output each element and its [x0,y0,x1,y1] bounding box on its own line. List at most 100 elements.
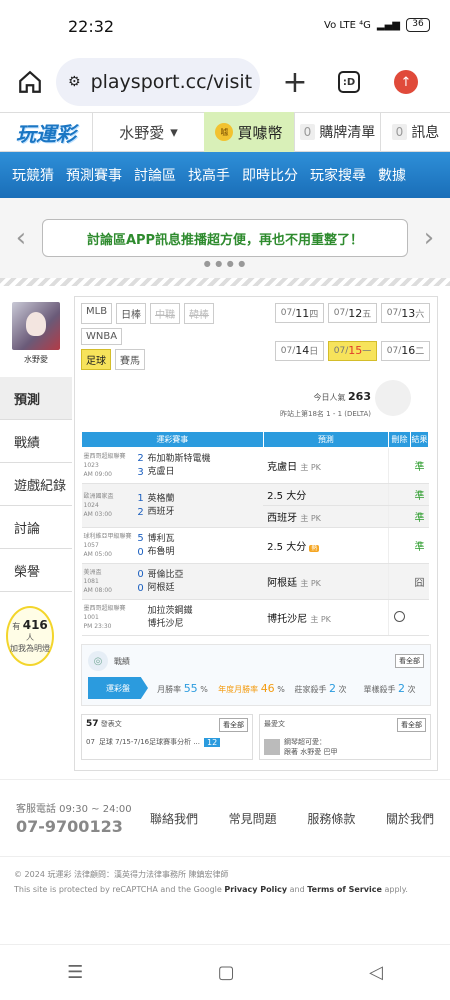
nav-search[interactable]: 玩家搜尋 [310,165,378,185]
tab-honor[interactable]: 榮譽 [0,549,72,592]
link-faq[interactable]: 常見問題 [229,810,277,827]
record-category: 運彩盤 [88,677,148,699]
stat-unit: % [200,684,208,694]
privacy-link[interactable]: Privacy Policy [224,885,287,894]
row-time: AM 09:00 [83,471,112,478]
post-title[interactable]: 足球 7/15-7/16足球賽事分析 ... [99,737,200,747]
row-league: 歐洲國家盃 [83,493,114,500]
league-soccer[interactable]: 足球 [81,349,111,370]
tab-discussion[interactable]: 討論 [0,506,72,549]
hot-badge: 熱 [309,545,320,552]
content: 水野愛 預測 戰績 遊戲紀錄 討論 榮譽 有 416 人 加我為明燈 MLB 日… [0,286,450,771]
avatar[interactable] [12,302,60,350]
nav-play[interactable]: 玩競猜 [12,165,66,185]
nav-predict[interactable]: 預測賽事 [66,165,134,185]
hotline-number[interactable]: 07-9700123 [16,817,136,836]
record-more-button[interactable]: 看全部 [395,654,424,668]
rank-text: 昨站上第18名 1 - 1 (DELTA) [280,410,371,418]
address-bar[interactable]: ⚙ playsport.cc/visit [56,58,260,106]
table-row: 墨西哥超級聯賽 1023 AM 09:00 2 3 布加勒斯特電機 克盧日 克盧日 主 … [81,447,429,484]
team-home: 克盧日 [147,466,175,477]
nav-forum[interactable]: 討論區 [134,165,188,185]
home-icon[interactable] [14,66,46,98]
pred-pick: 博托沙尼 [267,614,308,625]
site-settings-icon[interactable]: ⚙ [68,74,81,90]
tos-link[interactable]: Terms of Service [307,885,382,894]
user-dropdown[interactable]: 水野愛 ▾ [92,112,204,152]
date-0714[interactable]: 07/14 日 [275,340,324,361]
link-terms[interactable]: 服務條款 [307,810,355,827]
league-npb[interactable]: 日棒 [116,303,147,324]
team-home: 阿根廷 [147,582,175,593]
delete-cell [388,483,411,506]
score-away: 5 [137,532,144,544]
recent-apps-icon[interactable]: ☰ [67,962,83,983]
date-prefix: 07/ [333,308,349,318]
posts-more-button[interactable]: 看全部 [219,718,248,732]
date-0715[interactable]: 07/15 一 [328,340,377,361]
tab-switcher-icon[interactable]: :D [338,71,360,93]
col-delete: 刪除 [388,431,411,448]
league-horse[interactable]: 賽馬 [115,349,145,370]
date-0716[interactable]: 07/16 二 [381,340,430,361]
chevron-right-icon[interactable]: › [416,223,442,253]
league-cpbl[interactable]: 中職 [150,303,181,324]
new-tab-icon[interactable]: + [280,65,310,100]
league-wnba[interactable]: WNBA [81,328,123,345]
footer-links: 聯絡我們 常見問題 服務條款 關於我們 [136,810,434,827]
home-button-icon[interactable]: ▢ [218,962,235,983]
team-home: 博托沙尼 [147,618,184,629]
and-text: and [289,885,305,895]
nav-data[interactable]: 數據 [378,165,418,185]
date-0713[interactable]: 07/13 六 [381,303,430,323]
link-contact[interactable]: 聯絡我們 [150,810,198,827]
league-mlb[interactable]: MLB [81,303,113,324]
favorites-card[interactable]: 最愛文 看全部 鋼琴超可愛： 跟著 水野愛 巴甲 [259,714,431,760]
tab-predict[interactable]: 預測 [0,377,72,420]
buy-coins-button[interactable]: 噱 買噱幣 [204,112,294,152]
site-footer: 客服電話 09:30 ~ 24:00 07-9700123 聯絡我們 常見問題 … [0,779,450,846]
table-row: 墨西哥超級聯賽 1001 PM 23:30 加拉茨鋼鐵 博托沙尼 博托沙尼 主 PK [81,599,429,636]
date-day: 14 [295,344,310,357]
favs-label: 最愛文 [264,720,285,728]
league-filter: MLB 日棒 中職 韓棒 WNBA 足球 賽馬 [81,303,261,374]
posts-card[interactable]: 57 發表文 看全部 07 足球 7/15-7/16足球賽事分析 ... 12 [81,714,253,760]
site-logo[interactable]: 玩運彩 [0,112,92,152]
tab-game-log[interactable]: 遊戲紀錄 [0,463,72,506]
date-0712[interactable]: 07/12 五 [328,303,377,323]
messages-button[interactable]: 0 訊息 [380,112,450,152]
date-0711[interactable]: 07/11 四 [275,303,324,323]
status-icons: Vo LTE ⁴G ▂▄▆ 36 [324,18,430,32]
battery-icon: 36 [406,18,430,32]
favs-more-button[interactable]: 看全部 [397,718,426,732]
badge-text: 加我為明燈 [10,644,50,653]
cart-button[interactable]: 0 購牌清單 [294,112,380,152]
banner-message[interactable]: 討論區APP訊息推播超方便，再也不用重整了！ [42,219,408,257]
nav-livescore[interactable]: 即時比分 [242,165,310,185]
row-league: 美洲盃 [83,569,102,576]
profile-card[interactable]: 水野愛 [6,302,66,365]
stat-value: 2 [329,681,336,695]
apply-text: apply. [384,885,408,895]
link-about[interactable]: 關於我們 [386,810,434,827]
league-kbo[interactable]: 韓棒 [184,303,215,324]
stat-unit: 次 [407,684,416,694]
delete-cell [388,447,411,484]
site-header: 玩運彩 水野愛 ▾ 噱 買噱幣 0 購牌清單 0 訊息 [0,112,450,152]
chevron-left-icon[interactable]: ‹ [8,223,34,253]
fav-title[interactable]: 鋼琴超可愛： [284,738,326,746]
delete-radio[interactable] [394,610,406,622]
follower-badge[interactable]: 有 416 人 加我為明燈 [6,606,54,666]
update-icon[interactable]: ↑ [394,70,418,94]
row-time: AM 03:00 [83,511,112,518]
row-time: PM 23:30 [83,623,112,630]
posts-label: 發表文 [100,720,122,728]
col-games: 運彩賽事 [81,431,264,448]
pred-pick: 2.5 大分 [267,491,307,502]
delete-cell [388,563,411,600]
back-icon[interactable]: ◁ [369,962,383,983]
tab-record[interactable]: 戰績 [0,420,72,463]
pred-line: 主 PK [300,463,321,472]
nav-experts[interactable]: 找高手 [188,165,242,185]
pred-pick: 阿根廷 [267,578,298,589]
